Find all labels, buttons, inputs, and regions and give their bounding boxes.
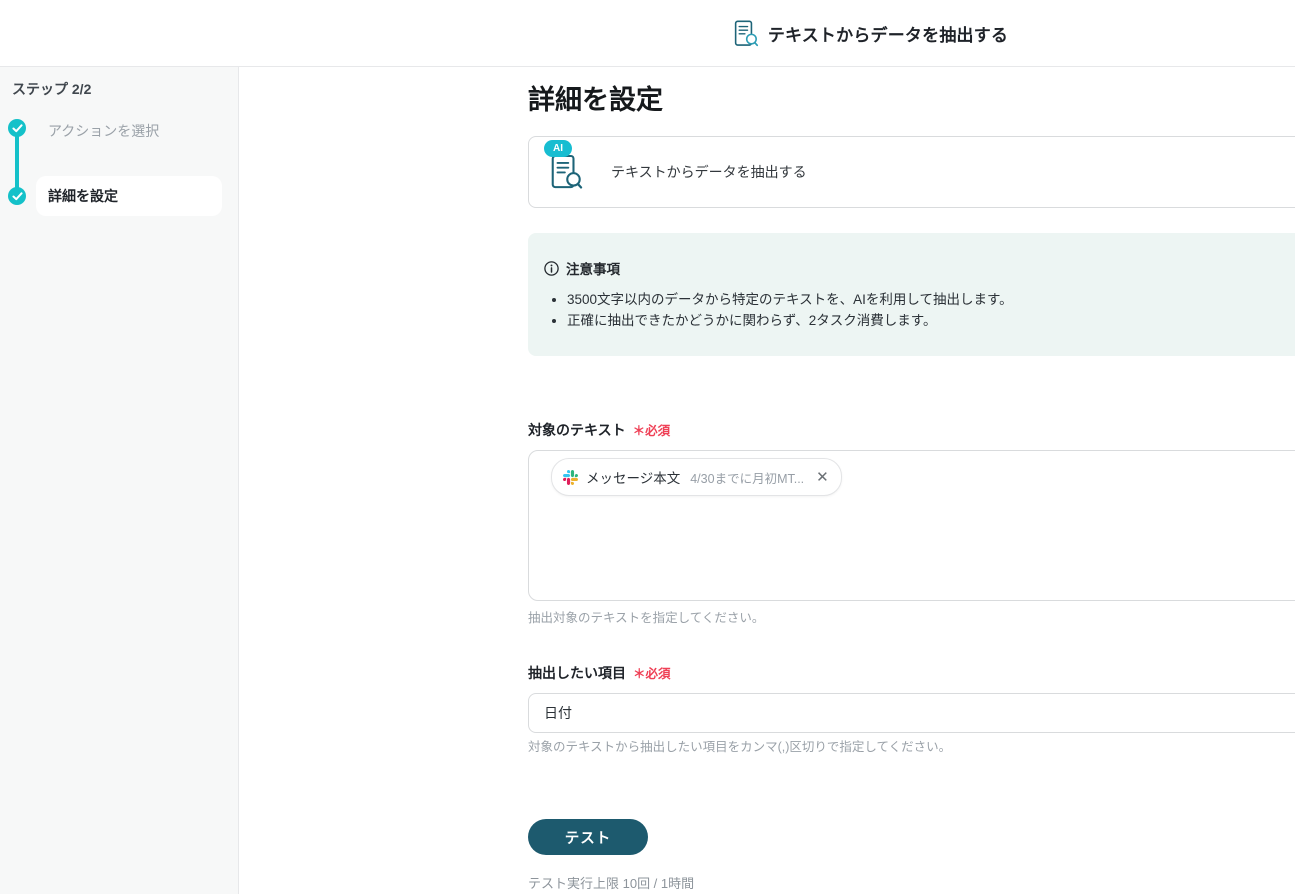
- slack-message-token[interactable]: メッセージ本文 4/30までに月初MT... ✕: [551, 458, 842, 496]
- items-label-row: 抽出したい項目 ＊必須: [528, 663, 1295, 682]
- items-input[interactable]: [528, 693, 1295, 733]
- sidebar-step-label: 詳細を設定: [48, 188, 118, 204]
- step1-check-circle: [8, 119, 26, 137]
- info-icon: [544, 260, 559, 276]
- document-search-icon: [734, 20, 759, 47]
- sidebar-step-configure-details[interactable]: 詳細を設定: [36, 176, 222, 216]
- target-text-label: 対象のテキスト: [528, 422, 626, 438]
- header-title: テキストからデータを抽出する: [767, 25, 1009, 45]
- test-limit-note: テスト実行上限 10回 / 1時間: [528, 876, 695, 891]
- notice-box: 注意事項 3500文字以内のデータから特定のテキストを、AIを利用して抽出します…: [528, 233, 1295, 356]
- notice-item: 正確に抽出できたかどうかに関わらず、2タスク消費します。: [567, 310, 1295, 331]
- step2-check-circle: [8, 187, 26, 205]
- test-button[interactable]: テスト: [528, 819, 648, 855]
- check-icon: [11, 123, 23, 133]
- required-badge: ＊必須: [633, 667, 671, 681]
- items-label: 抽出したい項目: [528, 665, 626, 681]
- step-counter: ステップ 2/2: [12, 81, 92, 97]
- check-icon: [11, 191, 23, 201]
- target-text-input[interactable]: メッセージ本文 4/30までに月初MT... ✕: [528, 450, 1295, 601]
- form-content: 詳細を設定 AI テキストからデータを抽出する 注意事項 • 3500文字以内の…: [528, 67, 1295, 892]
- selected-action-label: テキストからデータを抽出する: [611, 164, 807, 180]
- notice-list: 3500文字以内のデータから特定のテキストを、AIを利用して抽出します。 正確に…: [544, 289, 1295, 331]
- slack-icon: [563, 469, 578, 485]
- header-title-group: テキストからデータを抽出する: [238, 0, 1295, 66]
- token-value-preview: 4/30までに月初MT...: [690, 471, 805, 486]
- notice-title-row: 注意事項: [544, 258, 1295, 278]
- step-sidebar: ステップ 2/2 アクションを選択 詳細を設定: [0, 67, 239, 894]
- notice-title: 注意事項: [566, 262, 620, 277]
- close-icon[interactable]: ✕: [816, 470, 829, 485]
- main-panel: 詳細を設定 AI テキストからデータを抽出する 注意事項 • 3500文字以内の…: [239, 67, 1295, 894]
- page-title: 詳細を設定: [528, 85, 663, 115]
- app-window: テキストからデータを抽出する ステップ 2/2 アクションを選択 詳細を設定 詳…: [0, 0, 1295, 894]
- target-text-label-row: 対象のテキスト ＊必須: [528, 420, 1295, 439]
- selected-action-card: AI テキストからデータを抽出する: [528, 136, 1295, 208]
- document-search-icon: AI: [544, 140, 583, 193]
- items-helper: 対象のテキストから抽出したい項目をカンマ(,)区切りで指定してください。: [528, 740, 952, 754]
- top-header: テキストからデータを抽出する: [0, 0, 1295, 67]
- ai-badge: AI: [544, 140, 572, 157]
- notice-item: 3500文字以内のデータから特定のテキストを、AIを利用して抽出します。: [567, 289, 1295, 310]
- target-text-helper: 抽出対象のテキストを指定してください。: [528, 611, 765, 625]
- stepper-connector: [15, 128, 19, 196]
- sidebar-step-select-action[interactable]: アクションを選択: [48, 121, 159, 141]
- token-field-name: メッセージ本文: [586, 471, 681, 486]
- required-badge: ＊必須: [632, 424, 671, 438]
